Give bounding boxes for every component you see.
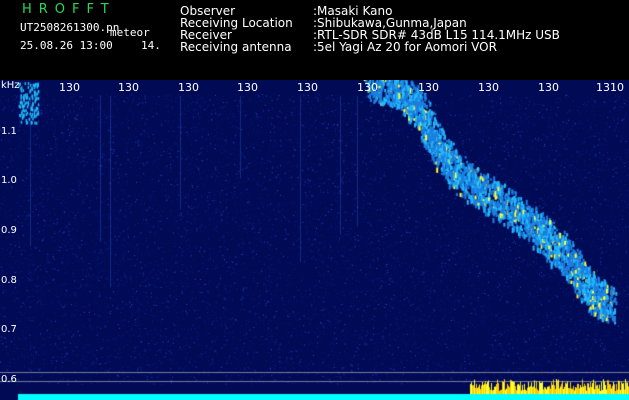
- x-tick-label: 130: [59, 81, 80, 94]
- x-tick-label: 130: [538, 81, 559, 94]
- date-time: 25.08.26 13:00: [20, 39, 113, 52]
- waterfall-canvas: [0, 80, 629, 400]
- x-tick-label: 130: [118, 81, 139, 94]
- y-tick-label: 0.8: [1, 275, 17, 286]
- antenna-label: Receiving antenna: [180, 40, 292, 54]
- x-tick-label: 130: [178, 81, 199, 94]
- antenna-value: :5el Yagi Az 20 for Aomori VOR: [313, 40, 497, 54]
- x-tick-label: 130: [357, 81, 378, 94]
- x-tick-label: 1310: [596, 81, 624, 94]
- y-tick-label: 1.1: [1, 126, 17, 137]
- y-tick-label: 0.9: [1, 225, 17, 236]
- x-tick-label: 130: [237, 81, 258, 94]
- y-tick-label: 1.0: [1, 175, 17, 186]
- header-panel: HROFFT UT2508261300.pn meteor 25.08.26 1…: [0, 0, 629, 80]
- spectrogram-panel: kHz 1.1 1.0 0.9 0.8 0.7 0.6 130 130 130 …: [0, 80, 629, 400]
- frame-number: 14.: [141, 39, 161, 52]
- y-tick-label: 0.6: [1, 374, 17, 385]
- khz-unit-label: kHz: [1, 80, 20, 91]
- x-tick-label: 130: [418, 81, 439, 94]
- x-tick-label: 130: [297, 81, 318, 94]
- file-name: UT2508261300.pn: [20, 21, 120, 34]
- x-tick-label: 130: [478, 81, 499, 94]
- hrofft-logo: HROFFT: [22, 2, 116, 17]
- y-tick-label: 0.7: [1, 324, 17, 335]
- mode-label: meteor: [110, 26, 150, 39]
